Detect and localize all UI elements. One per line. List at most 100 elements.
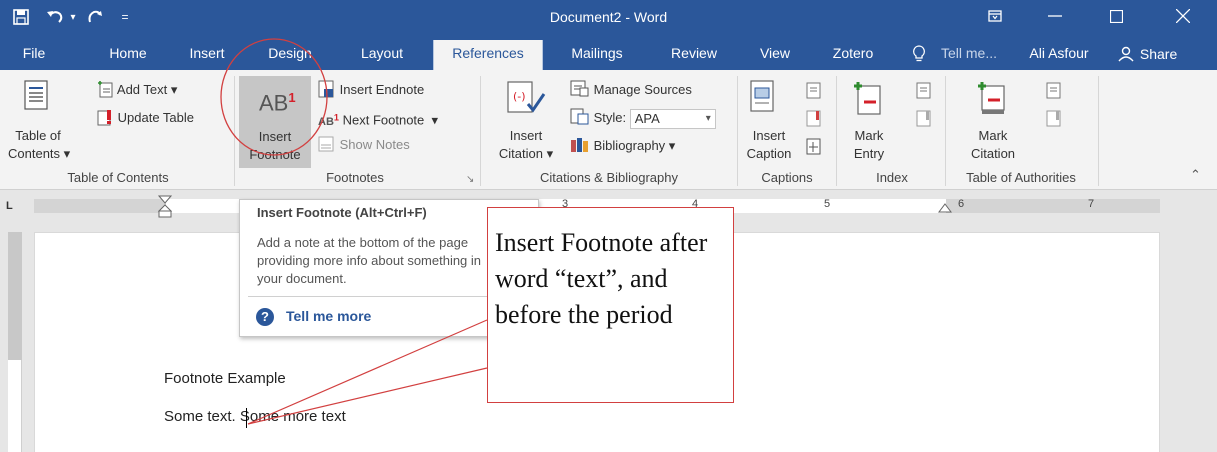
document-heading[interactable]: Footnote Example	[164, 370, 286, 387]
account-name[interactable]: Ali Asfour	[1013, 40, 1105, 70]
insert-endnote-label: Insert Endnote	[339, 82, 425, 97]
add-text-button[interactable]: Add Text ▾	[96, 80, 177, 99]
group-separator	[945, 76, 946, 186]
update-index-icon[interactable]	[916, 110, 932, 131]
bibliography-button[interactable]: Bibliography ▾	[570, 136, 675, 155]
footnotes-dialog-launcher-icon[interactable]: ↘	[466, 171, 474, 189]
tab-design[interactable]: Design	[262, 40, 318, 70]
document-line[interactable]: Some text. Some more text	[164, 408, 346, 425]
collapse-ribbon-icon[interactable]: ⌃	[1190, 166, 1201, 184]
style-selector[interactable]: Style: APA ▾	[570, 108, 716, 129]
tooltip-title: Insert Footnote (Alt+Ctrl+F)	[257, 205, 427, 220]
manage-sources-label: Manage Sources	[593, 82, 692, 97]
style-dropdown[interactable]: APA ▾	[629, 108, 716, 129]
ruler-number: 5	[824, 198, 831, 210]
insert-table-of-figures-icon[interactable]	[806, 82, 822, 103]
show-notes-icon	[318, 136, 334, 152]
share-label: Share	[1139, 46, 1178, 62]
indent-marker-icon[interactable]	[157, 195, 173, 222]
insert-citation-line2: Citation ▾	[498, 146, 554, 161]
next-footnote-icon: AB1	[318, 112, 339, 128]
tab-home[interactable]: Home	[99, 40, 157, 70]
update-table-of-figures-icon[interactable]	[806, 110, 822, 131]
update-table-label: Update Table	[117, 110, 194, 125]
group-separator	[234, 76, 235, 186]
close-icon[interactable]	[1160, 0, 1206, 32]
add-text-label: Add Text	[116, 82, 168, 97]
tab-selector-icon[interactable]: L	[6, 200, 18, 212]
ruler-number: 6	[958, 198, 965, 210]
mark-entry-line2: Entry	[853, 146, 885, 161]
maximize-icon[interactable]	[1093, 0, 1139, 32]
group-separator	[480, 76, 481, 186]
tab-references[interactable]: References	[433, 40, 543, 70]
text-cursor	[246, 408, 247, 428]
insert-endnote-button[interactable]: i Insert Endnote	[318, 80, 424, 99]
update-table-of-authorities-icon[interactable]	[1046, 110, 1062, 131]
mark-entry-button[interactable]: Mark Entry	[842, 127, 896, 163]
style-icon	[570, 108, 589, 125]
tab-review[interactable]: Review	[663, 40, 725, 70]
group-label-authorities: Table of Authorities	[966, 170, 1076, 185]
tell-me-search[interactable]: Tell me...	[929, 40, 1009, 70]
insert-footnote-label: Insert Footnote	[249, 129, 301, 162]
bibliography-label: Bibliography	[593, 138, 666, 153]
mark-citation-icon	[976, 80, 1010, 119]
tab-zotero[interactable]: Zotero	[823, 40, 883, 70]
style-label: Style:	[593, 110, 627, 125]
svg-text:(-): (-)	[513, 90, 526, 103]
lightbulb-icon	[909, 40, 929, 70]
mark-entry-line1: Mark	[854, 128, 884, 143]
group-label-index: Index	[876, 170, 908, 185]
table-of-contents-button[interactable]: Table of Contents ▾	[8, 127, 71, 163]
mark-citation-line1: Mark	[978, 128, 1008, 143]
manage-sources-button[interactable]: Manage Sources	[570, 80, 692, 99]
tab-view[interactable]: View	[752, 40, 798, 70]
group-label-toc: Table of Contents	[67, 170, 169, 185]
minimize-icon[interactable]	[1032, 0, 1078, 32]
tab-mailings[interactable]: Mailings	[556, 40, 638, 70]
footnote-ab-icon: AB1	[259, 90, 296, 116]
manage-sources-icon	[570, 80, 589, 97]
mark-citation-button[interactable]: Mark Citation	[960, 127, 1026, 163]
ribbon-tabs: File Home Insert Design Layout Reference…	[0, 34, 1217, 70]
vertical-ruler-margin	[8, 232, 22, 360]
ribbon-display-options-icon[interactable]	[972, 0, 1018, 32]
insert-citation-button[interactable]: Insert Citation ▾	[484, 127, 568, 163]
chevron-down-icon: ▾	[705, 112, 711, 124]
group-label-captions: Captions	[761, 170, 813, 185]
mark-entry-icon	[852, 80, 886, 119]
bibliography-icon	[571, 138, 588, 152]
insert-footnote-button[interactable]: AB1 Insert Footnote	[239, 76, 311, 168]
insert-caption-button[interactable]: Insert Caption	[742, 127, 796, 163]
insert-caption-icon	[750, 80, 774, 117]
svg-text:i: i	[326, 90, 328, 98]
show-notes-button[interactable]: Show Notes	[318, 136, 410, 154]
insert-table-of-authorities-icon[interactable]	[1046, 82, 1062, 103]
share-button[interactable]: Share	[1118, 43, 1177, 67]
group-label-citations: Citations & Bibliography	[539, 170, 679, 185]
tab-insert[interactable]: Insert	[180, 40, 234, 70]
next-footnote-button[interactable]: AB1 Next Footnote ▾	[318, 108, 438, 131]
tell-me-more-link[interactable]: Tell me more	[286, 308, 371, 324]
title-bar: ▾ = Document2 - Word	[0, 0, 1217, 34]
insert-caption-line2: Caption	[746, 146, 792, 161]
show-notes-label: Show Notes	[339, 137, 410, 152]
cross-reference-icon[interactable]	[806, 138, 822, 159]
tab-layout[interactable]: Layout	[354, 40, 410, 70]
insert-index-icon[interactable]	[916, 82, 932, 103]
next-footnote-label: Next Footnote	[342, 112, 425, 128]
update-table-button[interactable]: Update Table	[96, 108, 194, 127]
group-label-footnotes: Footnotes	[326, 170, 384, 185]
group-separator	[737, 76, 738, 186]
tab-file[interactable]: File	[14, 40, 54, 70]
add-text-icon	[98, 81, 113, 98]
insert-citation-icon: (-)	[506, 80, 546, 121]
style-dropdown-value: APA	[634, 110, 660, 126]
insert-caption-line1: Insert	[752, 128, 786, 143]
right-indent-marker-icon[interactable]	[938, 201, 952, 216]
toc-label-line2: Contents ▾	[8, 146, 71, 161]
insert-endnote-icon: i	[318, 80, 334, 98]
update-table-icon	[97, 110, 111, 126]
help-icon[interactable]: ?	[256, 308, 274, 326]
